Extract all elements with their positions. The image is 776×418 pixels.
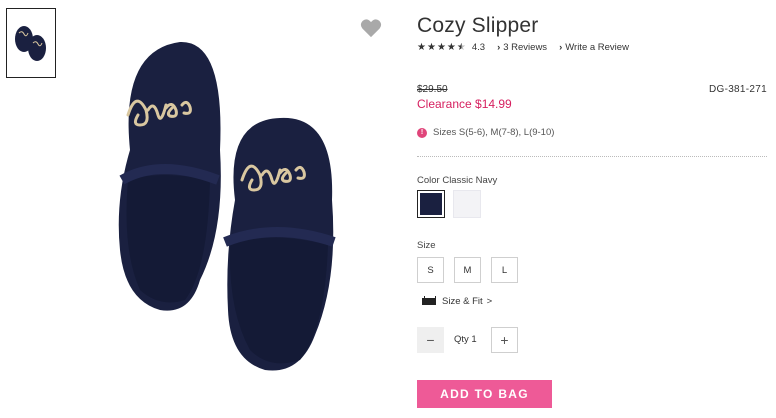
product-thumbnail[interactable] [6,8,56,78]
quantity-value: Qty 1 [454,334,477,345]
star-icon: ★ [426,41,436,53]
right-slipper [223,117,336,371]
rating-value: 4.3 [471,42,486,53]
size-option-l[interactable]: L [491,257,518,283]
sizes-note: ! Sizes S(5-6), M(7-8), L(9-10) [417,127,554,138]
size-option-s[interactable]: S [417,257,444,283]
swatch-white[interactable] [453,190,481,218]
write-review-label: Write a Review [565,42,629,53]
size-option-m[interactable]: M [454,257,481,283]
rating-row: ★ ★ ★ ★ ★ 4.3 › 3 Reviews › Write a Review [417,42,641,53]
chevron-right-icon: › [497,42,501,53]
alert-circle-icon: ! [417,127,427,138]
star-rating: ★ ★ ★ ★ ★ [417,41,466,53]
size-label: Size [417,240,436,251]
ruler-icon [422,296,436,305]
size-fit-link[interactable]: Size & Fit > [422,296,492,307]
original-price: $29.50 [417,84,448,95]
chevron-right-icon: › [559,42,563,53]
divider [417,156,767,157]
write-review-link[interactable]: › Write a Review [559,42,629,53]
add-to-bag-button[interactable]: ADD TO BAG [417,380,552,408]
star-icon: ★ [417,41,426,53]
quantity-increase-button[interactable]: + [491,327,518,353]
sizes-note-text: Sizes S(5-6), M(7-8), L(9-10) [433,127,555,138]
product-sku: DG-381-271 [708,84,767,95]
clearance-price: Clearance $14.99 [417,97,512,111]
color-label: Color Classic Navy [417,175,498,186]
chevron-right-icon: > [486,296,493,307]
size-fit-label: Size & Fit [442,296,483,307]
heart-icon[interactable] [360,18,382,38]
product-title: Cozy Slipper [417,14,539,37]
left-slipper [118,41,221,311]
star-half-icon: ★ [456,41,466,53]
thumbnail-image [15,26,46,61]
product-image [118,41,336,371]
star-icon: ★ [446,41,456,53]
swatch-classic-navy[interactable] [417,190,445,218]
reviews-link[interactable]: › 3 Reviews [497,42,547,53]
swatch-fill [420,193,442,215]
star-icon: ★ [436,41,446,53]
reviews-link-label: 3 Reviews [503,42,548,53]
quantity-decrease-button[interactable]: − [417,327,444,353]
